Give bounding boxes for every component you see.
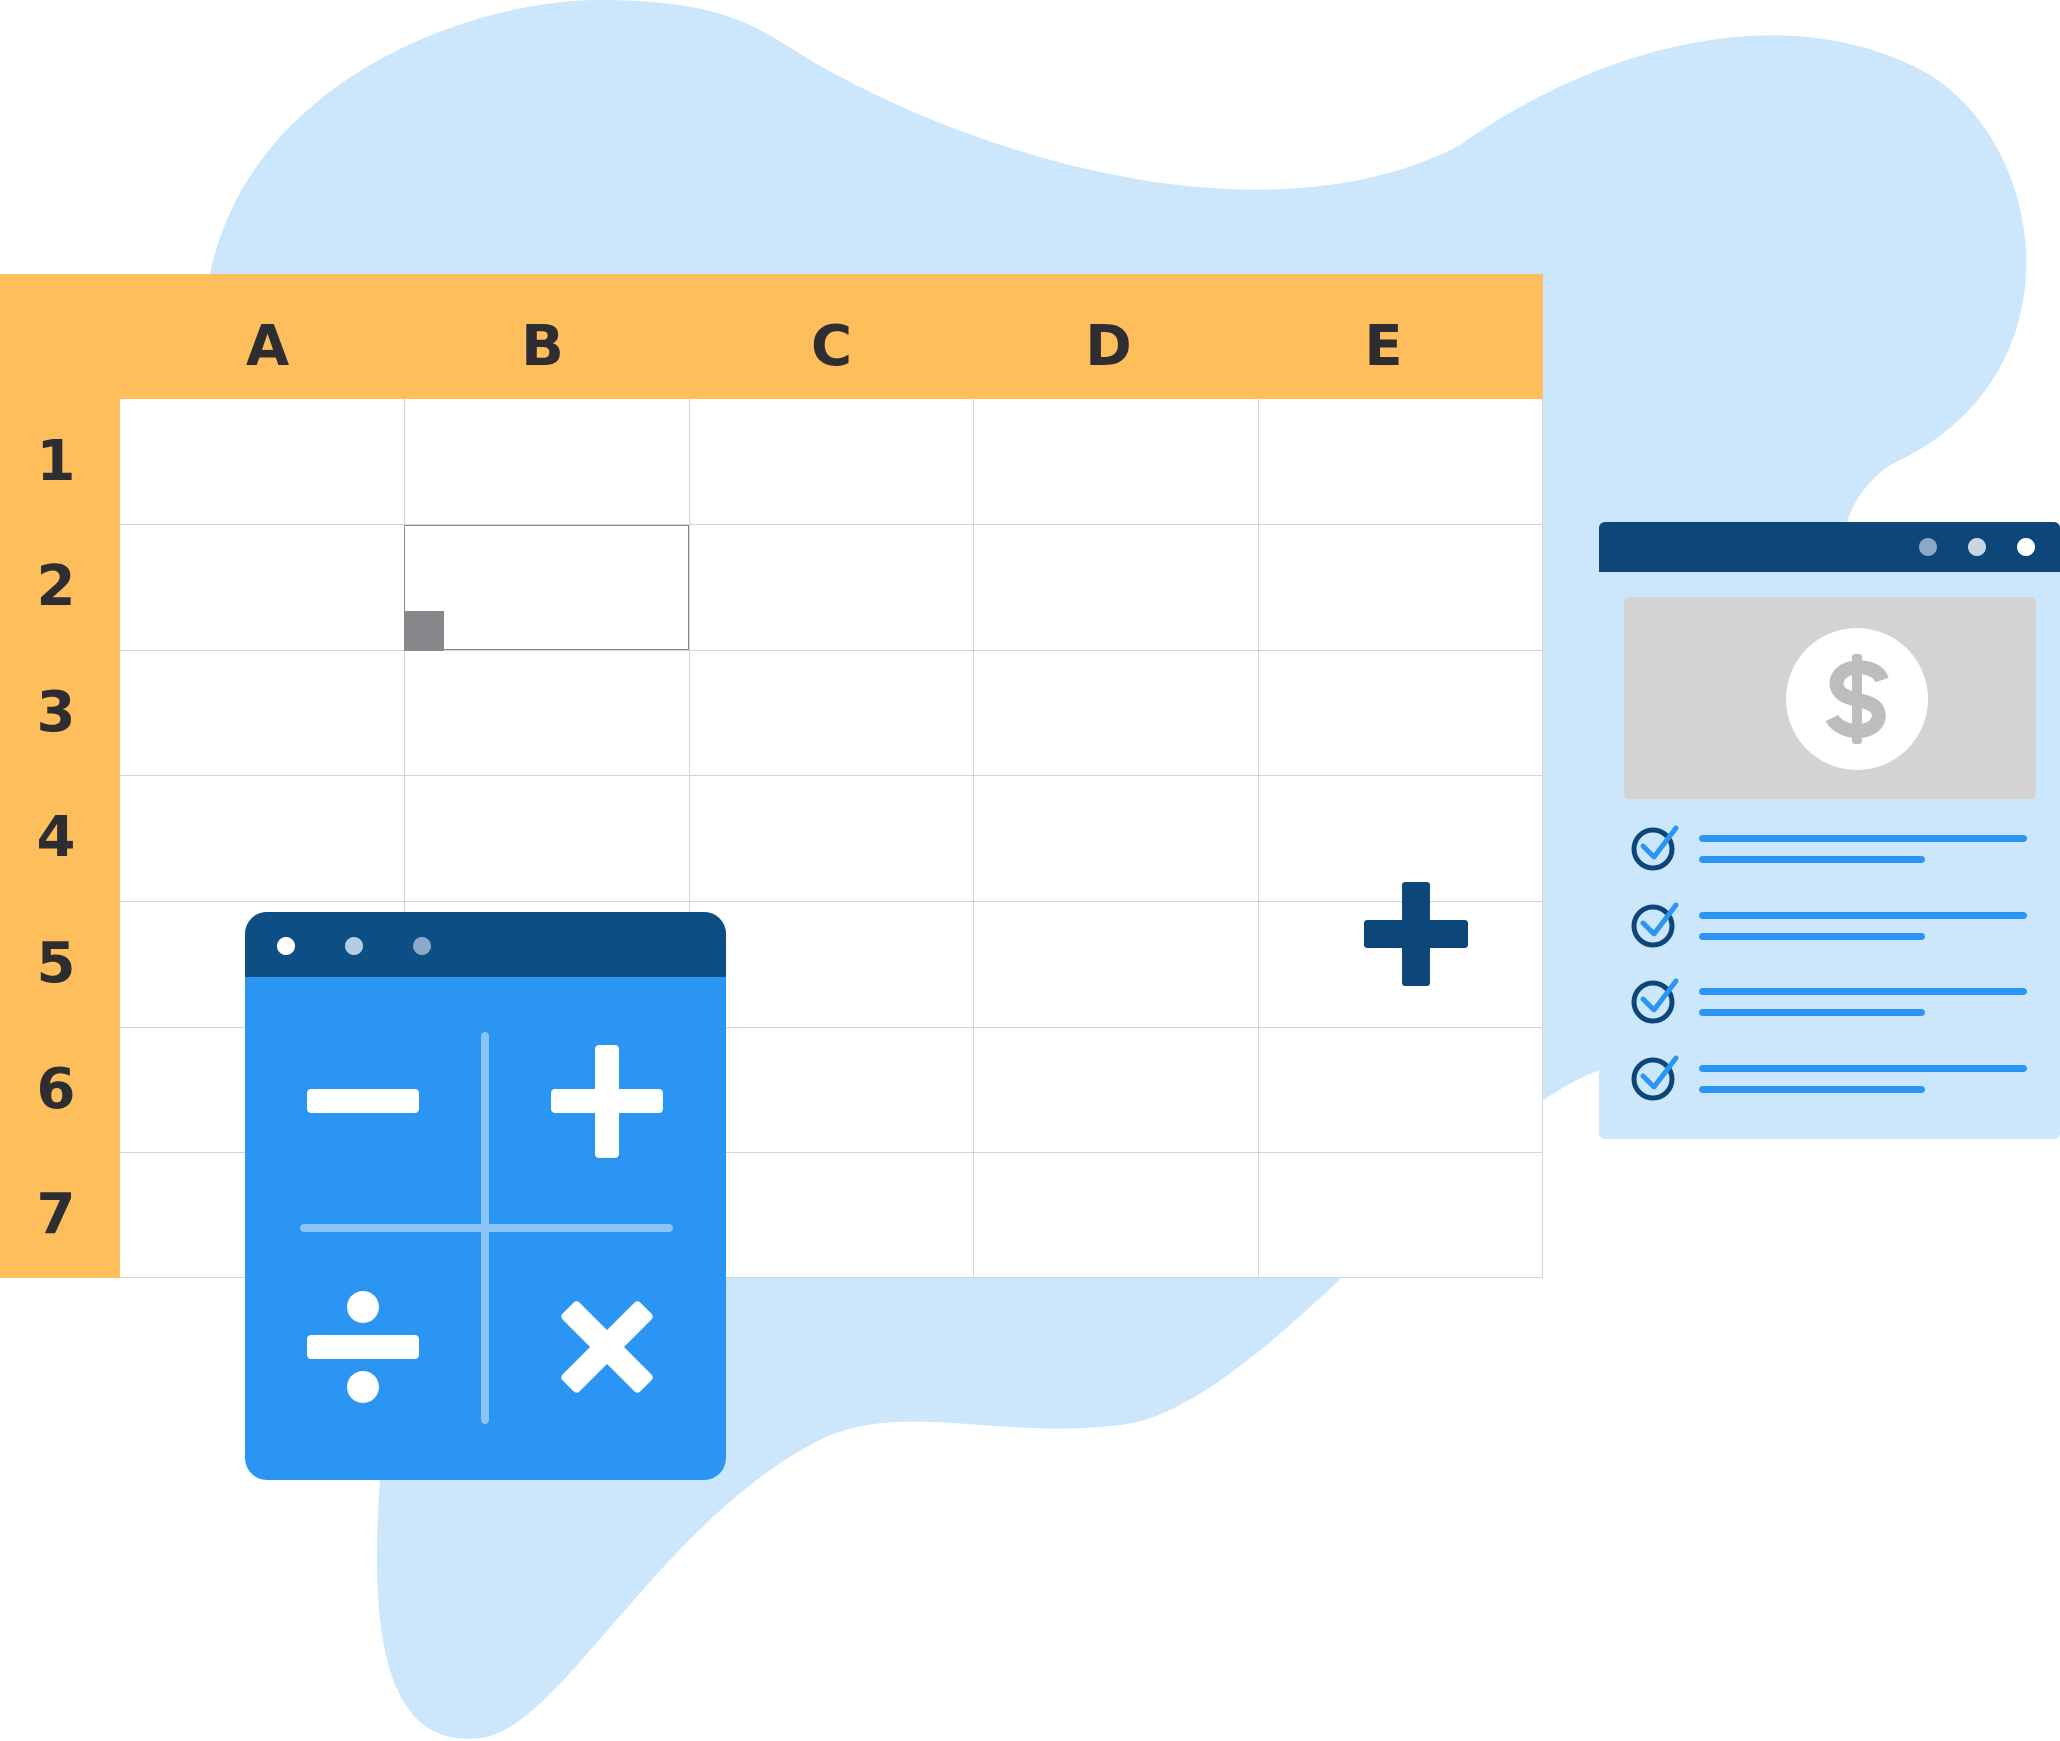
- calculator-titlebar: [245, 912, 726, 977]
- dollar-coin-icon: [1786, 628, 1928, 770]
- calculator-keypad: [300, 1032, 673, 1424]
- column-header-a[interactable]: A: [125, 274, 410, 399]
- column-header-bar: A B C D E: [0, 274, 1543, 399]
- invoice-window: [1599, 522, 2060, 1139]
- check-circle-icon: [1631, 904, 1675, 948]
- checklist-item: [1629, 899, 2039, 949]
- calculator-window: [245, 912, 726, 1480]
- window-dot-icon[interactable]: [1968, 538, 1986, 556]
- spreadsheet: A B C D E 1 2 3 4 5 6 7: [0, 274, 1543, 1278]
- checklist-item: [1629, 975, 2039, 1025]
- column-header-b[interactable]: B: [400, 274, 685, 399]
- plus-icon: [551, 1045, 663, 1158]
- invoice-titlebar: [1599, 522, 2060, 572]
- column-header-e[interactable]: E: [1241, 274, 1526, 399]
- grid-line: [120, 650, 1543, 651]
- multiply-icon: [561, 1301, 653, 1393]
- minus-icon: [307, 1089, 419, 1113]
- column-header-d[interactable]: D: [966, 274, 1251, 399]
- divide-icon: [307, 1291, 419, 1403]
- grid-line: [120, 901, 1543, 902]
- row-header-6[interactable]: 6: [0, 1027, 120, 1152]
- checklist-item: [1629, 1052, 2039, 1102]
- invoice-image: [1624, 597, 2036, 799]
- row-header-5[interactable]: 5: [0, 901, 120, 1026]
- row-header-bar: 1 2 3 4 5 6 7: [0, 399, 120, 1278]
- row-header-7[interactable]: 7: [0, 1152, 120, 1277]
- window-dot-icon[interactable]: [413, 937, 431, 955]
- grid-line: [120, 524, 1543, 525]
- window-dot-icon[interactable]: [1919, 538, 1937, 556]
- check-circle-icon: [1631, 1057, 1675, 1101]
- row-header-3[interactable]: 3: [0, 650, 120, 775]
- fill-handle[interactable]: [404, 611, 444, 651]
- divider-horizontal: [300, 1224, 673, 1232]
- selected-cell-b2[interactable]: [404, 525, 689, 650]
- row-header-4[interactable]: 4: [0, 775, 120, 900]
- row-header-1[interactable]: 1: [0, 399, 120, 524]
- grid-line: [120, 775, 1543, 776]
- check-circle-icon: [1631, 827, 1675, 871]
- grid-line: [1258, 399, 1259, 1278]
- plus-cursor-icon: [1364, 882, 1468, 986]
- row-header-2[interactable]: 2: [0, 524, 120, 649]
- column-header-c[interactable]: C: [689, 274, 974, 399]
- grid-line: [973, 399, 974, 1278]
- window-dot-icon[interactable]: [277, 937, 295, 955]
- window-dot-icon[interactable]: [2017, 538, 2035, 556]
- window-dot-icon[interactable]: [345, 937, 363, 955]
- check-circle-icon: [1631, 980, 1675, 1024]
- checklist-item: [1629, 822, 2039, 872]
